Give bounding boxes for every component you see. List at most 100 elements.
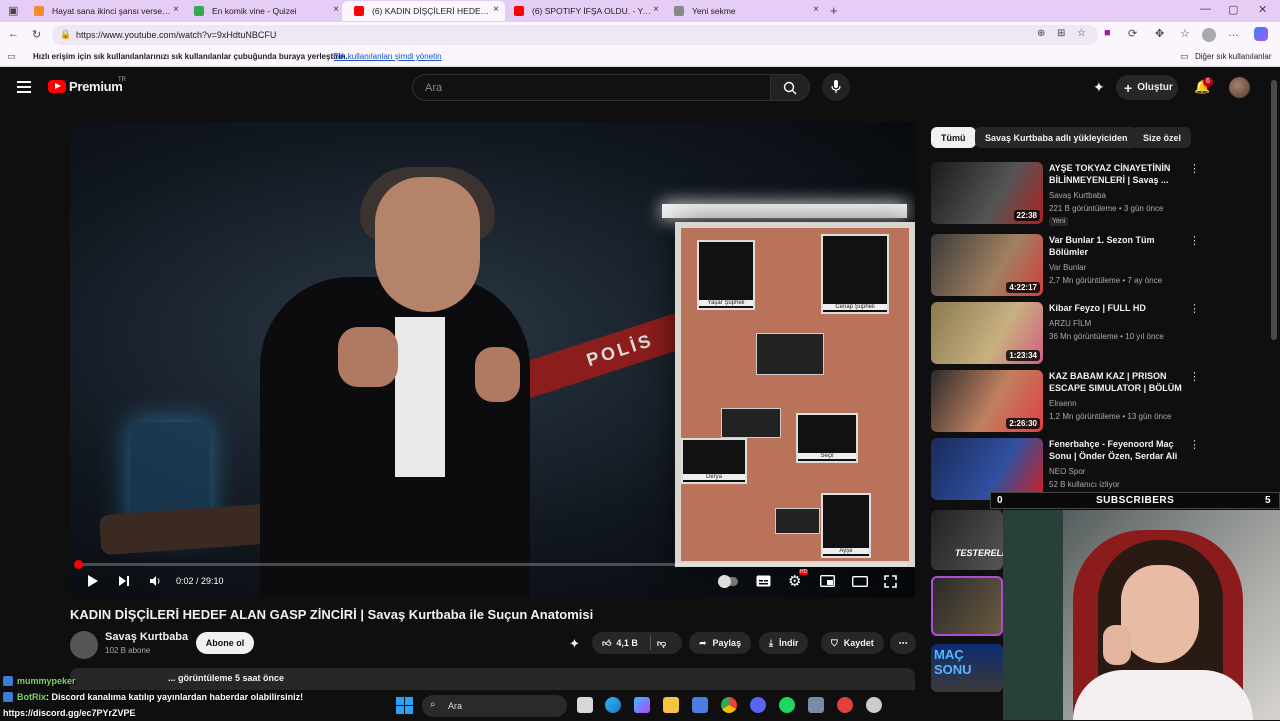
autoplay-toggle[interactable] xyxy=(718,572,738,590)
browser-tab-1[interactable]: Hayat sana ikinci şansı verseydi... × xyxy=(22,1,185,21)
hamburger-menu-icon[interactable] xyxy=(17,81,31,93)
address-bar[interactable]: 🔒 https://www.youtube.com/watch?v=9xHdtu… xyxy=(52,25,1098,45)
more-actions-button[interactable]: ⋯ xyxy=(890,632,916,654)
fullscreen-icon[interactable] xyxy=(884,572,897,590)
page-scrollbar[interactable] xyxy=(1271,80,1277,340)
new-tab-plus-icon[interactable]: + xyxy=(830,3,838,18)
minimize-icon[interactable]: — xyxy=(1200,3,1211,15)
video-thumbnail[interactable]: TESTERELİ xyxy=(931,510,1003,570)
rec-channel[interactable]: Savaş Kurtbaba xyxy=(1049,191,1106,200)
rec-channel[interactable]: Elraenn xyxy=(1049,399,1077,408)
video-thumbnail[interactable]: 1:23:34 xyxy=(931,302,1043,364)
maximize-icon[interactable]: ▢ xyxy=(1228,3,1238,16)
more-vert-icon[interactable]: ⋮ xyxy=(1189,302,1200,315)
copilot-icon[interactable] xyxy=(1254,27,1268,41)
chip-all[interactable]: Tümü xyxy=(931,127,976,148)
browser-tab-2[interactable]: En komik vine - Quizei × xyxy=(182,1,345,21)
voice-search-button[interactable] xyxy=(822,73,850,101)
settings-menu-icon[interactable]: … xyxy=(1228,27,1239,39)
app-available-icon[interactable]: ⊞ xyxy=(1057,28,1065,39)
other-favorites[interactable]: Diğer sık kullanılanlar xyxy=(1195,52,1271,61)
rec-title[interactable]: Fenerbahçe - Feyenoord Maç Sonu | Önder … xyxy=(1049,438,1185,463)
video-thumbnail[interactable] xyxy=(931,576,1003,636)
more-vert-icon[interactable]: ⋮ xyxy=(1189,162,1200,175)
task-view-icon[interactable] xyxy=(577,697,593,713)
play-button[interactable] xyxy=(87,572,99,590)
refresh-ext-icon[interactable]: ⟳ xyxy=(1128,27,1137,40)
tab-actions-icon[interactable]: ▣ xyxy=(8,4,18,17)
chrome-icon[interactable] xyxy=(721,697,737,713)
share-button[interactable]: ➦ Paylaş xyxy=(689,632,752,654)
account-avatar[interactable] xyxy=(1229,77,1250,98)
game-app-icon[interactable] xyxy=(808,697,824,713)
video-thumbnail[interactable]: 2:26:30 xyxy=(931,370,1043,432)
channel-avatar[interactable] xyxy=(70,631,98,659)
rec-channel[interactable]: NEO Spor xyxy=(1049,467,1085,476)
settings-app-icon[interactable] xyxy=(866,697,882,713)
subtitles-icon[interactable] xyxy=(756,572,771,590)
profile-avatar[interactable] xyxy=(1202,28,1216,42)
windows-start-icon[interactable] xyxy=(396,697,413,714)
recommended-video[interactable]: 1:23:34 Kibar Feyzo | FULL HD ARZU FİLM … xyxy=(931,302,1201,364)
rec-title[interactable]: AYŞE TOKYAZ CİNAYETİNİN BİLİNMEYENLERİ |… xyxy=(1049,162,1185,186)
recommended-video[interactable]: 2:26:30 KAZ BABAM KAZ | PRISON ESCAPE SI… xyxy=(931,370,1201,432)
rec-channel[interactable]: ARZU FİLM xyxy=(1049,319,1091,328)
create-button[interactable]: + Oluştur xyxy=(1116,75,1178,100)
spotify-icon[interactable] xyxy=(779,697,795,713)
volume-button[interactable] xyxy=(149,572,161,590)
rec-title[interactable]: KAZ BABAM KAZ | PRISON ESCAPE SIMULATOR … xyxy=(1049,370,1185,395)
recommended-video[interactable]: 22:38 AYŞE TOKYAZ CİNAYETİNİN BİLİNMEYEN… xyxy=(931,162,1201,226)
video-progress-bar[interactable] xyxy=(78,563,907,566)
more-vert-icon[interactable]: ⋮ xyxy=(1189,438,1200,451)
channel-name[interactable]: Savaş Kurtbaba xyxy=(105,631,188,643)
close-icon[interactable]: × xyxy=(653,4,659,15)
subscribe-button[interactable]: Abone ol xyxy=(196,632,254,654)
favorite-star-icon[interactable]: ☆ xyxy=(1077,28,1086,39)
more-vert-icon[interactable]: ⋮ xyxy=(1189,370,1200,383)
search-input[interactable]: Ara xyxy=(412,74,770,101)
close-icon[interactable]: × xyxy=(333,4,339,15)
extension-icon[interactable]: ■ xyxy=(1104,27,1111,39)
browser-tab-4[interactable]: (6) SPOTIFY İFŞA OLDU. - YouTube × xyxy=(502,1,665,21)
close-icon[interactable]: × xyxy=(173,4,179,15)
video-thumbnail[interactable]: 22:38 xyxy=(931,162,1043,224)
save-button[interactable]: ⛉ Kaydet xyxy=(821,632,884,654)
miniplayer-icon[interactable] xyxy=(820,572,835,590)
edge-browser-icon[interactable] xyxy=(605,697,621,713)
video-thumbnail[interactable]: 4:22:17 xyxy=(931,234,1043,296)
chip-from-uploader[interactable]: Savaş Kurtbaba adlı yükleyiciden xyxy=(975,127,1138,148)
download-button[interactable]: ⤓ İndir xyxy=(759,632,809,654)
rec-title[interactable]: Kibar Feyzo | FULL HD xyxy=(1049,302,1185,314)
video-thumbnail[interactable]: MAÇ SONU xyxy=(931,644,1003,692)
reload-icon[interactable]: ↻ xyxy=(32,28,41,41)
gemini-sparkle-icon[interactable]: ✦ xyxy=(1093,79,1105,96)
close-icon[interactable]: × xyxy=(493,4,499,15)
more-vert-icon[interactable]: ⋮ xyxy=(1189,234,1200,247)
site-info-icon[interactable]: 🔒 xyxy=(60,29,71,40)
back-icon[interactable]: ← xyxy=(8,28,19,40)
search-button[interactable] xyxy=(770,74,810,101)
rec-title[interactable]: Var Bunlar 1. Sezon Tüm Bölümler xyxy=(1049,234,1185,258)
read-aloud-icon[interactable]: ⊕ xyxy=(1037,28,1045,39)
taskbar-search[interactable]: ⌕ Ara xyxy=(422,695,567,717)
video-thumbnail[interactable] xyxy=(931,438,1043,500)
window-close-icon[interactable]: ✕ xyxy=(1258,3,1267,16)
youtube-logo-icon[interactable] xyxy=(48,80,66,93)
file-explorer-icon[interactable] xyxy=(663,697,679,713)
rec-channel[interactable]: Var Bunlar xyxy=(1049,263,1086,272)
chip-for-you[interactable]: Size özel xyxy=(1133,127,1192,148)
extensions-puzzle-icon[interactable]: ✥ xyxy=(1155,27,1164,40)
discord-icon[interactable] xyxy=(750,697,766,713)
ask-sparkle-icon[interactable]: ✦ xyxy=(569,636,580,652)
next-button[interactable] xyxy=(118,572,130,590)
obs-recording-icon[interactable] xyxy=(837,697,853,713)
premium-logo-text[interactable]: Premium xyxy=(69,79,123,94)
store-icon[interactable] xyxy=(692,697,708,713)
dislike-button[interactable]: 👎︎ xyxy=(657,638,666,649)
browser-tab-3-active[interactable]: (6) KADIN DİŞÇİLERİ HEDEF ALAN... × xyxy=(342,1,505,21)
scrubber-handle[interactable] xyxy=(74,560,83,569)
close-icon[interactable]: × xyxy=(813,4,819,15)
video-player[interactable]: POLİS Yaşar Şüpheli Cenap Şüpheli Seçil … xyxy=(70,122,915,597)
recommended-video[interactable]: Fenerbahçe - Feyenoord Maç Sonu | Önder … xyxy=(931,438,1201,500)
copilot-app-icon[interactable] xyxy=(634,697,650,713)
